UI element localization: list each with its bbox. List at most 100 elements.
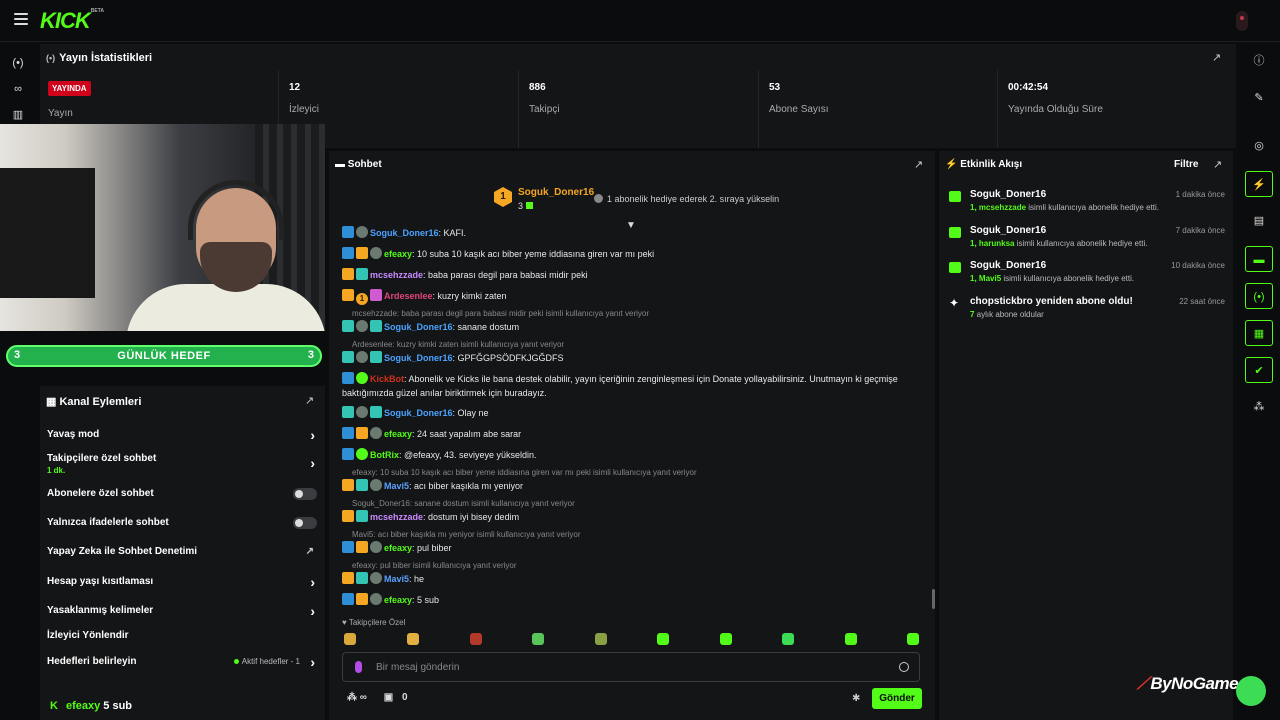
chat-scrollbar[interactable] [932, 589, 935, 609]
goal-right-count: 3 [307, 349, 314, 361]
emote-6[interactable] [657, 633, 669, 645]
subs-only-row: Abonelere özel sohbet [47, 488, 322, 500]
chat-message: Soguk_Doner16: sanane dostum [342, 320, 922, 334]
chat-icon[interactable]: ▬ [1245, 246, 1273, 272]
goal-label: GÜNLÜK HEDEF [117, 350, 211, 362]
stat-value: 53 [769, 82, 781, 93]
external-link-icon: ↗ [305, 546, 314, 557]
analytics-icon[interactable]: ▥ [9, 106, 27, 124]
chat-message: mcsehzzade: baba parası degil para babas… [342, 268, 922, 282]
chat-message: efeaxy: 10 suba 10 kaşık acı biber yeme … [342, 247, 922, 261]
kicks-icon[interactable]: ▣ [384, 692, 393, 703]
filter-button[interactable]: Filtre [1174, 159, 1198, 170]
feed-time: 1 dakika önce [1175, 190, 1225, 199]
sparkle-icon: ✦ [949, 296, 960, 310]
gift-count: 3 [518, 201, 534, 211]
emote-2[interactable] [407, 633, 419, 645]
chat-message: Mavi5: he [342, 572, 922, 586]
emote-4[interactable] [532, 633, 544, 645]
followers-only-row[interactable]: Takipçilere özel sohbet 1 dk. › [47, 453, 322, 475]
whatsapp-icon[interactable] [1236, 676, 1266, 706]
stats-title: (•) Yayın İstatistikleri [46, 52, 153, 64]
channel-actions-panel: ▦ Kanal Eylemleri ↗ Yavaş mod › Takipçile… [40, 386, 325, 720]
reply-context: efeaxy: 10 suba 10 kaşık acı biber yeme … [352, 468, 697, 477]
feed-time: 22 saat önce [1179, 297, 1225, 306]
slow-mode-row[interactable]: Yavaş mod › [47, 427, 322, 443]
edit-icon[interactable]: ✎ [1245, 85, 1273, 111]
chat-message: efeaxy: 24 saat yapalım abe sarar [342, 427, 922, 441]
feed-desc: 7 aylık abone oldular [970, 310, 1044, 319]
emote-8[interactable] [782, 633, 794, 645]
gift-icon [526, 202, 534, 209]
feed-user[interactable]: Soguk_Doner16 [970, 260, 1046, 271]
profile-avatar[interactable] [1236, 11, 1248, 31]
kick-logo[interactable]: KICKBETA [40, 8, 104, 34]
channel-actions-icon[interactable]: ▦ [1245, 320, 1273, 346]
chat-message: efeaxy: pul biber [342, 541, 922, 555]
gift-icon [949, 262, 961, 273]
send-button[interactable]: Gönder [872, 688, 922, 709]
chevron-right-icon: › [310, 427, 315, 443]
popout-icon[interactable]: ↗ [1213, 159, 1225, 171]
emote-1[interactable] [344, 633, 356, 645]
top-gifter-name[interactable]: Soguk_Doner16 [518, 187, 594, 198]
popout-icon[interactable]: ↗ [914, 159, 926, 171]
stat-label: Abone Sayısı [769, 104, 829, 115]
emote-only-toggle[interactable] [293, 517, 317, 529]
raid-row[interactable]: İzleyici Yönlendir [47, 630, 322, 641]
emote-9[interactable] [845, 633, 857, 645]
subs-only-toggle[interactable] [293, 488, 317, 500]
stat-label: Yayın [48, 108, 73, 119]
live-badge: YAYINDA [48, 81, 91, 96]
feed-user[interactable]: Soguk_Doner16 [970, 225, 1046, 236]
chat-message: KickBot: Abonelik ve Kicks ile bana dest… [342, 372, 898, 398]
emote-3[interactable] [470, 633, 482, 645]
chat-input[interactable]: Bir mesaj gönderin [376, 662, 459, 673]
community-icon[interactable]: ⁂ [1245, 394, 1273, 420]
camera-icon[interactable]: ◎ [1245, 133, 1273, 159]
gear-icon[interactable]: ✱ [852, 693, 860, 704]
activity-icon[interactable]: ⚡ [1245, 171, 1273, 197]
account-age-row[interactable]: Hesap yaşı kısıtlaması › [47, 575, 322, 589]
info-icon[interactable]: ⓘ [1245, 48, 1273, 74]
popout-icon[interactable]: ↗ [1212, 52, 1224, 64]
gift-icon [949, 227, 961, 238]
popout-icon[interactable]: ↗ [305, 395, 317, 407]
streamer-body [126, 284, 325, 331]
tools-icon[interactable]: ✔ [1245, 357, 1273, 383]
stat-value: 12 [289, 82, 301, 93]
notes-icon[interactable]: ▤ [1245, 208, 1273, 234]
emote-10[interactable] [907, 633, 919, 645]
goals-row[interactable]: Hedefleri belirleyin Aktif hedefler - 1 › [47, 654, 322, 670]
infinity-icon[interactable]: ⁂ ∞ [347, 692, 367, 703]
active-goals-info: Aktif hedefler - 1 [233, 657, 300, 666]
chat-icon: ▬ [335, 159, 348, 170]
broadcast-icon: (•) [46, 53, 56, 63]
broadcast-icon[interactable]: (•) [9, 54, 27, 72]
emote-7[interactable] [720, 633, 732, 645]
stat-label: İzleyici [289, 104, 320, 115]
live-icon[interactable]: (•) [1245, 283, 1273, 309]
latest-sub-ticker: Kefeaxy 5 sub [50, 700, 133, 712]
activity-feed-panel: ⚡ Etkinlik Akışı Filtre ↗ Soguk_Doner16 … [939, 151, 1233, 720]
emote-5[interactable] [595, 633, 607, 645]
feed-user[interactable]: chopstickbro yeniden abone oldu! [970, 296, 1133, 307]
feed-user[interactable]: Soguk_Doner16 [970, 189, 1046, 200]
banned-words-row[interactable]: Yasaklanmış kelimeler › [47, 604, 322, 618]
feed-desc: 1, harunksa isimli kullanıcıya abonelik … [970, 239, 1148, 248]
link-icon[interactable]: ∞ [9, 80, 27, 98]
stat-value: 886 [529, 82, 546, 93]
top-bar: KICKBETA [0, 0, 1280, 42]
stat-followers: 886 Takipçi [518, 70, 758, 148]
kick-k-icon: K [50, 700, 58, 712]
menu-icon[interactable] [14, 13, 28, 25]
microphone-icon[interactable] [355, 661, 362, 673]
chat-footer: ⁂ ∞ ▣ 0 [347, 692, 408, 703]
chat-input-box[interactable]: Bir mesaj gönderin [342, 652, 920, 682]
emoji-icon[interactable] [899, 662, 909, 672]
bynogame-mark-icon: ⟋ [1137, 674, 1149, 693]
chat-message: 1 Ardesenlee: kuzry kimki zaten [342, 289, 922, 305]
ai-moderation-row[interactable]: Yapay Zeka ile Sohbet Denetimi ↗ [47, 546, 322, 557]
chevron-right-icon: › [310, 654, 315, 670]
feed-desc: 1, mcsehzzade isimli kullanıcıya aboneli… [970, 203, 1159, 212]
